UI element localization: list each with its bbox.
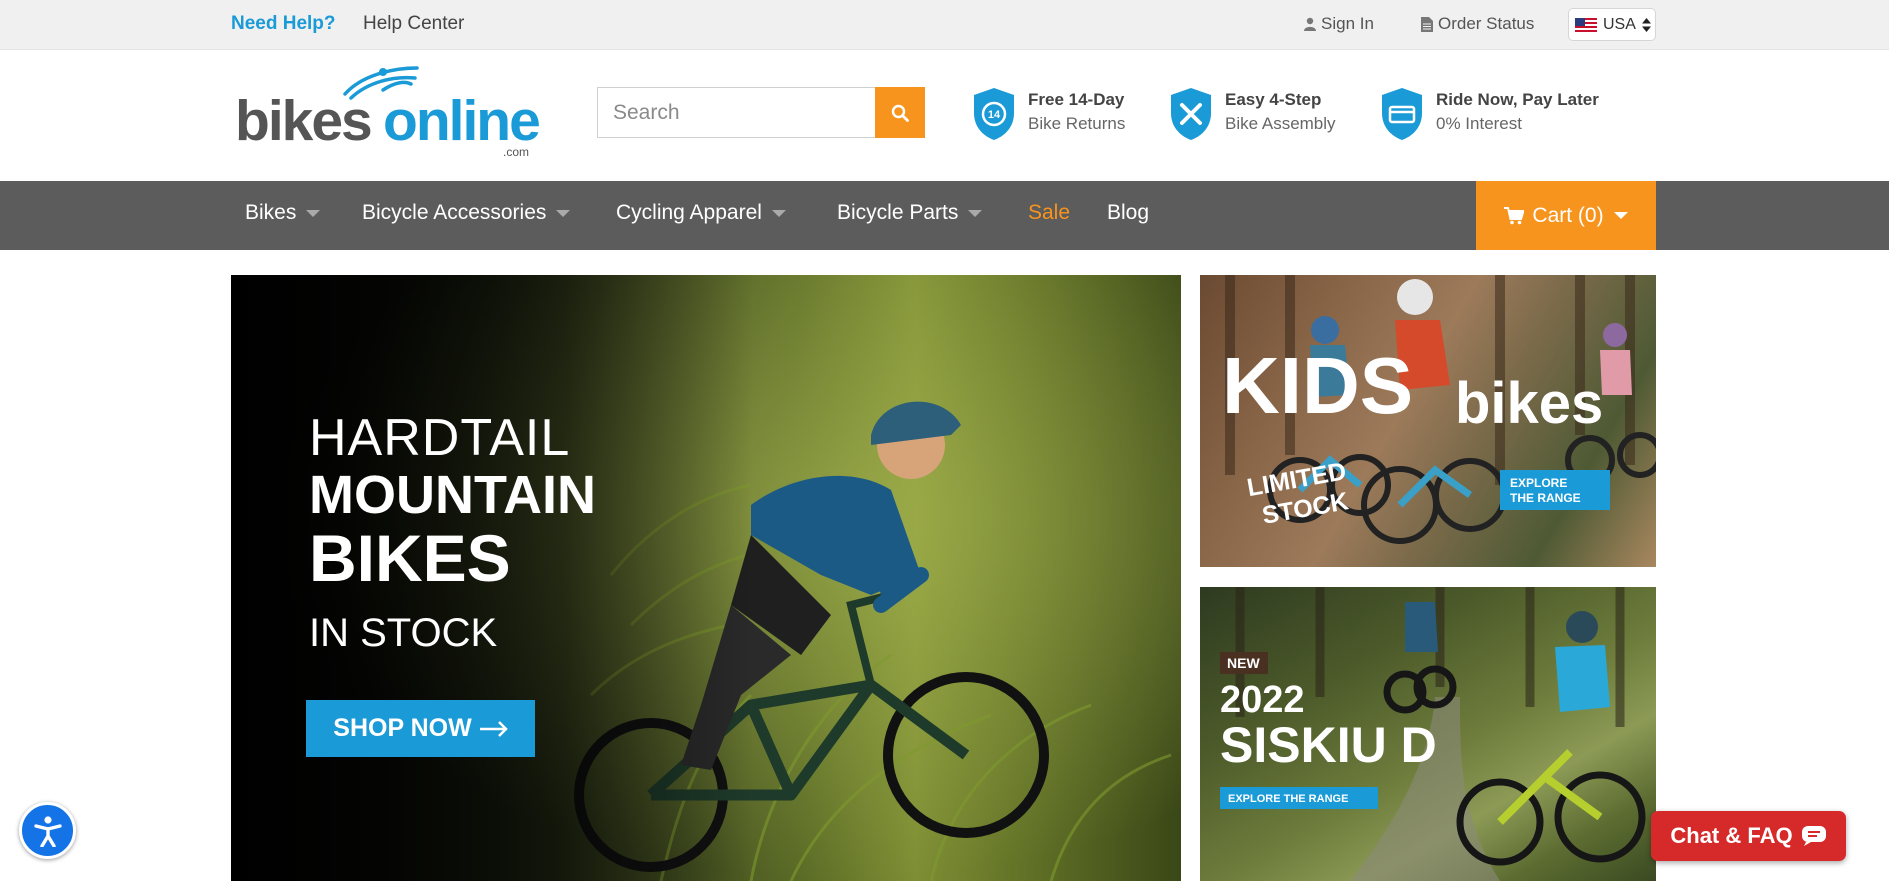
kids-subtitle: bikes: [1455, 371, 1603, 436]
nav-item-label: Cycling Apparel: [616, 201, 762, 224]
feature-assembly-subtitle: Bike Assembly: [1225, 114, 1336, 133]
feature-returns: 14 Free 14-Day Bike Returns: [970, 86, 1125, 142]
feature-assembly: Easy 4-Step Bike Assembly: [1167, 86, 1336, 142]
shop-now-button[interactable]: SHOP NOW: [306, 700, 535, 757]
search-icon: [891, 104, 909, 122]
nav-item-blog[interactable]: Blog: [1107, 201, 1149, 225]
document-icon: [1421, 16, 1433, 32]
kids-title: KIDS: [1222, 341, 1413, 430]
returns-shield-icon: 14: [974, 88, 1014, 140]
siskiu-year: 2022: [1220, 679, 1305, 721]
cart-button[interactable]: Cart (0): [1476, 181, 1656, 250]
cart-label: Cart (0): [1532, 203, 1604, 227]
feature-pay-later-subtitle: 0% Interest: [1436, 114, 1522, 133]
nav-item-label: Sale: [1028, 201, 1071, 224]
nav-item-label: Bicycle Parts: [837, 201, 959, 224]
explore-range-button[interactable]: EXPLORE THE RANGE: [1220, 787, 1378, 809]
hero-line-1: HARDTAIL: [309, 409, 571, 467]
chat-faq-label: Chat & FAQ: [1670, 823, 1793, 848]
search-button[interactable]: [875, 87, 925, 138]
hero-line-3: BIKES: [309, 521, 511, 595]
tools-shield-icon: [1171, 88, 1211, 140]
feature-returns-subtitle: Bike Returns: [1028, 114, 1126, 133]
caret-down-icon: [1613, 212, 1628, 219]
hero-line-4: IN STOCK: [309, 611, 498, 655]
search-input[interactable]: [597, 87, 875, 138]
help-center-link[interactable]: Help Center: [363, 13, 464, 35]
caret-down-icon: [556, 209, 571, 217]
payment-shield-icon: [1382, 88, 1422, 140]
feature-returns-title: Free 14-Day: [1028, 90, 1125, 109]
order-status-label: Order Status: [1438, 14, 1535, 33]
promo-siskiu-d[interactable]: NEW 2022 SISKIU D EXPLORE THE RANGE: [1200, 587, 1656, 881]
user-icon: [1304, 17, 1316, 31]
bikesonline-logo[interactable]: bikes online .com: [233, 62, 543, 162]
logo-text-suffix: .com: [503, 145, 529, 159]
returns-badge-number: 14: [988, 109, 1001, 121]
need-help-label: Need Help?: [231, 13, 336, 34]
accessibility-button[interactable]: [19, 802, 76, 859]
explore-range-label: EXPLORE THE RANGE: [1228, 793, 1348, 805]
top-bar: Need Help? Help Center Sign In Order Sta…: [0, 0, 1889, 50]
feature-pay-later-title: Ride Now, Pay Later: [1436, 90, 1599, 109]
country-label: USA: [1603, 15, 1636, 33]
kids-scene: KIDS bikes LIMITED STOCK EXPLORE THE RAN…: [1222, 275, 1656, 544]
new-tag: NEW: [1220, 652, 1268, 674]
siskiu-model: SISKIU D: [1220, 717, 1437, 773]
chat-faq-button[interactable]: Chat & FAQ: [1651, 811, 1846, 861]
explore-label-1: EXPLORE: [1510, 476, 1567, 490]
caret-down-icon: [306, 209, 321, 217]
hero-banner[interactable]: HARDTAIL MOUNTAIN BIKES IN STOCK SHOP NO…: [231, 275, 1181, 881]
limited-stock-badge: LIMITED STOCK: [1245, 457, 1351, 530]
explore-range-button[interactable]: EXPLORE THE RANGE: [1500, 470, 1610, 510]
sign-in-label: Sign In: [1321, 14, 1374, 33]
cart-icon: [1504, 206, 1525, 224]
us-flag-icon: [1575, 17, 1597, 32]
arrow-right-icon: [479, 720, 508, 737]
siskiu-scene: NEW 2022 SISKIU D EXPLORE THE RANGE: [1220, 587, 1646, 881]
nav-item-bicycle-accessories[interactable]: Bicycle Accessories: [362, 201, 571, 225]
explore-label-2: THE RANGE: [1510, 491, 1581, 505]
nav-item-bicycle-parts[interactable]: Bicycle Parts: [837, 201, 983, 225]
logo-text-bikes: bikes: [235, 89, 371, 153]
order-status-link[interactable]: Order Status: [1421, 14, 1534, 34]
nav-item-bikes[interactable]: Bikes: [245, 201, 321, 225]
main-nav: Bikes Bicycle Accessories Cycling Appare…: [0, 181, 1889, 250]
feature-assembly-title: Easy 4-Step: [1225, 90, 1322, 109]
nav-item-label: Bikes: [245, 201, 297, 224]
hero-text: HARDTAIL MOUNTAIN BIKES IN STOCK: [309, 410, 596, 670]
promo-kids-bikes[interactable]: KIDS bikes LIMITED STOCK EXPLORE THE RAN…: [1200, 275, 1656, 567]
nav-item-label: Bicycle Accessories: [362, 201, 547, 224]
sort-arrows-icon: [1641, 17, 1651, 32]
logo-text-online: online: [383, 89, 539, 153]
sign-in-link[interactable]: Sign In: [1304, 14, 1374, 34]
feature-pay-later: Ride Now, Pay Later 0% Interest: [1378, 86, 1599, 142]
new-tag-label: NEW: [1227, 655, 1260, 671]
caret-down-icon: [968, 209, 983, 217]
caret-down-icon: [771, 209, 786, 217]
nav-item-label: Blog: [1107, 201, 1150, 224]
nav-item-sale[interactable]: Sale: [1028, 201, 1070, 225]
accessibility-icon: [33, 815, 62, 847]
hero-line-2: MOUNTAIN: [309, 465, 596, 525]
shop-now-label: SHOP NOW: [333, 714, 472, 742]
chat-bubble-icon: [1801, 826, 1826, 846]
country-select[interactable]: USA: [1568, 8, 1656, 41]
search-bar: [597, 87, 925, 138]
nav-item-cycling-apparel[interactable]: Cycling Apparel: [616, 201, 786, 225]
